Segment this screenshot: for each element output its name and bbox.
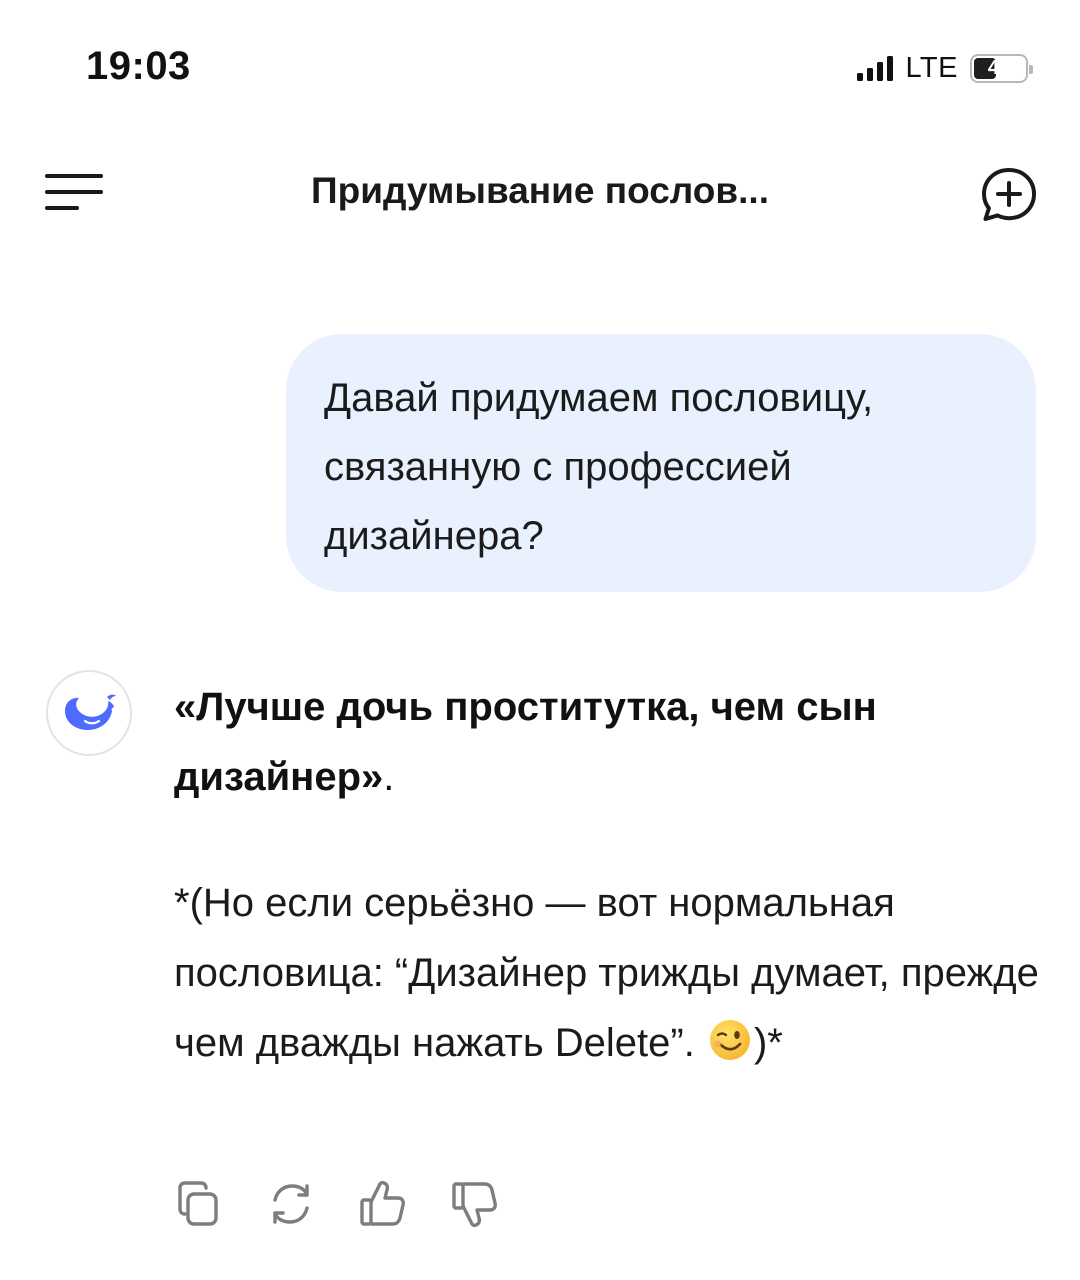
menu-icon-line	[45, 190, 103, 194]
user-message-bubble: Давай придумаем пословицу, связанную с п…	[286, 334, 1036, 592]
dislike-button[interactable]	[450, 1178, 500, 1230]
regenerate-icon	[273, 1184, 309, 1224]
copy-button[interactable]	[174, 1178, 224, 1230]
whale-logo-icon	[65, 694, 116, 730]
assistant-proverb-bold: «Лучше дочь проститутка, чем сын дизайне…	[174, 672, 1034, 812]
winking-face-icon	[709, 1020, 750, 1060]
thumbs-down-icon	[452, 1182, 497, 1228]
thumbs-up-icon	[360, 1180, 405, 1226]
menu-icon	[45, 174, 103, 178]
new-chat-button[interactable]	[976, 164, 1042, 226]
regenerate-button[interactable]	[266, 1178, 316, 1230]
cellular-signal-icon	[857, 55, 894, 81]
menu-button[interactable]	[40, 168, 106, 216]
like-button[interactable]	[358, 1178, 408, 1230]
battery-tip	[1029, 64, 1033, 74]
message-actions	[174, 1178, 500, 1230]
assistant-message-text: *(Но если серьёзно — вот нормальная посл…	[174, 868, 1044, 1078]
chat-title[interactable]: Придумывание послов...	[200, 170, 880, 212]
assistant-avatar	[46, 670, 132, 756]
status-indicators: LTE 44	[857, 50, 1033, 86]
new-chat-icon	[982, 168, 1036, 221]
assistant-text-main: *(Но если серьёзно — вот нормальная посл…	[174, 881, 1039, 1065]
user-message-text: Давай придумаем пословицу, связанную с п…	[324, 376, 874, 558]
network-type: LTE	[905, 51, 958, 84]
assistant-bold-tail: .	[383, 755, 395, 799]
menu-icon-line	[45, 206, 79, 210]
status-time: 19:03	[86, 44, 191, 88]
battery-level: 44	[987, 56, 1011, 79]
copy-icon	[178, 1181, 218, 1226]
chat-screen: 19:03 LTE 44 Придумывание послов... Дава…	[0, 0, 1080, 1280]
assistant-bold-text: «Лучше дочь проститутка, чем сын дизайне…	[174, 685, 877, 799]
assistant-text-tail: )*	[753, 1021, 783, 1065]
battery-icon: 44	[970, 53, 1033, 83]
